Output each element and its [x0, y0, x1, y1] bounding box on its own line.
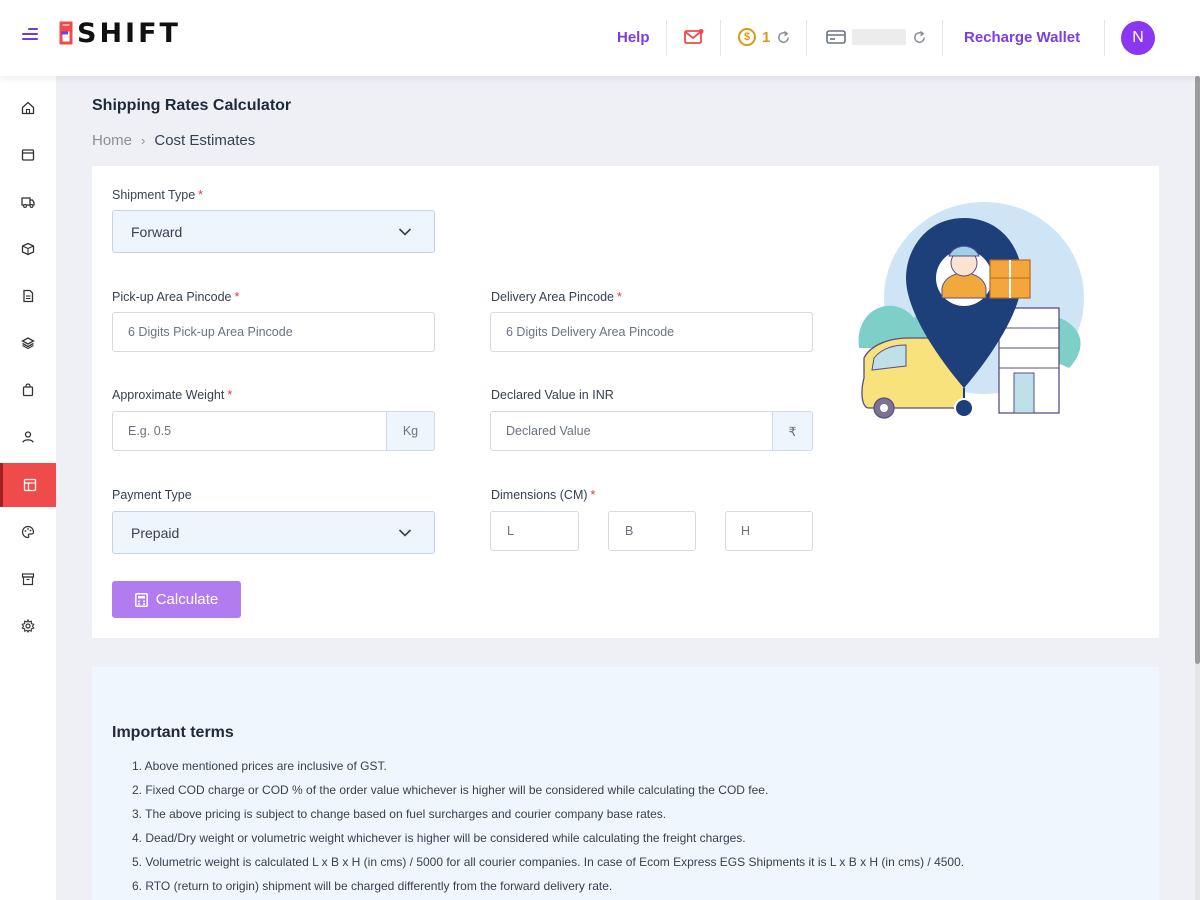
required-mark: * — [227, 388, 233, 402]
payment-type-value: Prepaid — [131, 524, 180, 541]
declared-value-input[interactable]: Declared Value — [490, 411, 773, 451]
delivery-pincode-input[interactable]: 6 Digits Delivery Area Pincode — [490, 312, 813, 352]
document-icon — [23, 289, 34, 303]
coin-icon: $ — [738, 28, 756, 46]
box-icon — [21, 242, 35, 256]
required-mark: * — [198, 188, 204, 202]
required-mark: * — [616, 290, 622, 304]
weight-input[interactable]: E.g. 0.5 — [112, 411, 387, 451]
list-item: 1. Above mentioned prices are inclusive … — [132, 759, 387, 773]
delivery-label: Delivery Area Pincode * — [491, 290, 622, 304]
pickup-label-text: Pick-up Area Pincode — [112, 290, 232, 304]
wallet-balance[interactable] — [826, 29, 927, 45]
divider — [720, 20, 721, 56]
required-mark: * — [234, 290, 240, 304]
list-item: 2. Fixed COD charge or COD % of the orde… — [132, 783, 769, 797]
scrollbar-thumb[interactable] — [1195, 76, 1200, 664]
home-icon — [21, 101, 35, 115]
settings-icon — [21, 619, 35, 633]
payment-type-label: Payment Type — [112, 488, 192, 502]
chevron-down-icon — [398, 529, 412, 537]
coin-count: 1 — [762, 28, 771, 46]
shipment-type-select[interactable]: Forward — [112, 210, 435, 253]
calculate-button[interactable]: Calculate — [112, 581, 241, 618]
breadcrumb-current: Cost Estimates — [154, 132, 256, 149]
weight-label: Approximate Weight * — [112, 388, 232, 402]
pickup-label: Pick-up Area Pincode * — [112, 290, 239, 304]
height-input[interactable]: H — [725, 511, 813, 551]
refresh-icon[interactable] — [776, 30, 791, 45]
list-item: 6. RTO (return to origin) shipment will … — [132, 879, 613, 893]
pickup-pincode-input[interactable]: 6 Digits Pick-up Area Pincode — [112, 312, 435, 352]
logo-mark-icon — [59, 21, 73, 45]
menu-toggle-icon[interactable] — [22, 28, 38, 42]
calculator-card: Shipment Type * Forward Pick-up Area Pinc… — [92, 166, 1159, 638]
payment-type-select[interactable]: Prepaid — [112, 511, 435, 554]
user-icon — [22, 431, 34, 443]
orders-icon — [21, 149, 35, 161]
layers-icon — [21, 337, 35, 350]
archive-icon — [21, 573, 35, 586]
divider — [1104, 20, 1105, 56]
list-item: 5. Volumetric weight is calculated L x B… — [132, 855, 965, 869]
brand-logo[interactable]: SHIFT — [58, 17, 181, 49]
terms-list: 1. Above mentioned prices are inclusive … — [132, 759, 1132, 900]
shipment-type-label: Shipment Type * — [112, 188, 203, 202]
dimensions-label: Dimensions (CM) * — [491, 488, 595, 502]
sidebar-item-settings[interactable] — [0, 604, 56, 648]
chevron-right-icon: › — [141, 133, 146, 148]
rupee-icon: ₹ — [772, 411, 813, 451]
divider — [942, 20, 943, 56]
wallet-amount-placeholder — [852, 29, 906, 45]
sidebar-item-bag[interactable] — [0, 368, 56, 412]
sidebar-item-archive[interactable] — [0, 557, 56, 601]
breadcrumb-home[interactable]: Home — [92, 132, 132, 149]
sidebar-item-user[interactable] — [0, 415, 56, 459]
dimensions-label-text: Dimensions (CM) — [491, 488, 588, 502]
important-terms-panel: Important terms 1. Above mentioned price… — [92, 667, 1159, 900]
mail-notification-icon[interactable] — [684, 29, 704, 45]
sidebar-item-home[interactable] — [0, 86, 56, 130]
help-link[interactable]: Help — [617, 29, 650, 46]
shipment-type-label-text: Shipment Type — [112, 188, 196, 202]
recharge-wallet-link[interactable]: Recharge Wallet — [964, 29, 1080, 46]
sidebar-item-orders[interactable] — [0, 133, 56, 177]
list-item: 3. The above pricing is subject to chang… — [132, 807, 667, 821]
user-avatar[interactable]: N — [1121, 21, 1155, 55]
sidebar-item-themes[interactable] — [0, 510, 56, 554]
length-input[interactable]: L — [490, 511, 579, 551]
truck-icon — [21, 197, 35, 208]
calculator-layout-icon — [23, 478, 36, 492]
sidebar-item-products[interactable] — [0, 227, 56, 271]
declared-value-label: Declared Value in INR — [491, 388, 614, 402]
sidebar — [0, 76, 56, 900]
weight-label-text: Approximate Weight — [112, 388, 225, 402]
chevron-down-icon — [398, 228, 412, 236]
weight-unit: Kg — [386, 411, 435, 451]
bag-icon — [22, 383, 34, 397]
sidebar-item-layers[interactable] — [0, 321, 56, 365]
breadcrumb: Home › Cost Estimates — [92, 132, 255, 149]
shipment-type-value: Forward — [131, 223, 183, 240]
sidebar-item-documents[interactable] — [0, 274, 56, 318]
delivery-illustration — [858, 202, 1084, 419]
calculator-icon — [134, 592, 148, 607]
sidebar-item-shipments[interactable] — [0, 180, 56, 224]
top-header: SHIFT Help $ 1 Recharge Wallet N — [0, 0, 1200, 76]
card-icon — [826, 30, 846, 44]
brand-name: SHIFT — [77, 17, 181, 49]
terms-title: Important terms — [112, 724, 234, 741]
refresh-icon[interactable] — [912, 30, 927, 45]
coin-balance[interactable]: $ 1 — [738, 28, 791, 46]
page-title: Shipping Rates Calculator — [92, 97, 292, 114]
breadth-input[interactable]: B — [608, 511, 696, 551]
palette-icon — [21, 525, 35, 539]
divider — [806, 20, 807, 56]
list-item: 4. Dead/Dry weight or volumetric weight … — [132, 831, 746, 845]
calculate-label: Calculate — [155, 591, 219, 608]
sidebar-item-calculator[interactable] — [0, 463, 56, 507]
divider — [666, 20, 667, 56]
required-mark: * — [590, 488, 596, 502]
delivery-label-text: Delivery Area Pincode — [491, 290, 614, 304]
